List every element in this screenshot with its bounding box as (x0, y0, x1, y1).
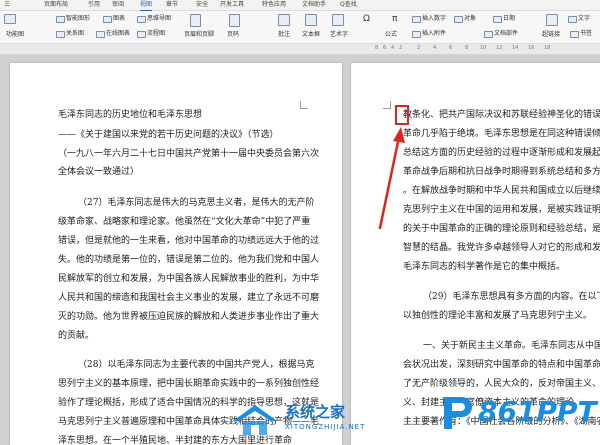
house-logo-icon (233, 405, 277, 435)
watermark-url-text: XITONGZHIJIA.NET (285, 423, 366, 431)
ppt-logo-icon (444, 397, 472, 429)
red-arrow-annotation (378, 127, 405, 230)
watermark-xitongzhijia: 系统之家 XITONGZHIJIA.NET (229, 399, 419, 439)
watermark-brand-text: 861PPT (478, 395, 597, 428)
watermark-861ppt: 861PPT (436, 393, 597, 439)
watermark-brand-text: 系统之家 (285, 403, 346, 421)
